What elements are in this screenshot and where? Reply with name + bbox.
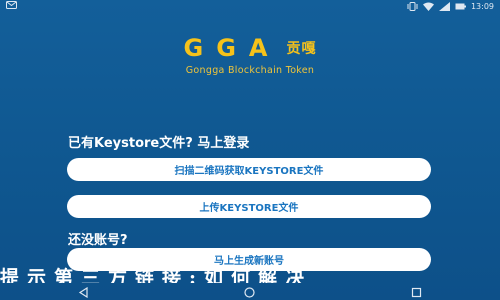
home-icon[interactable] xyxy=(243,286,257,298)
signal-icon xyxy=(438,1,450,11)
logo-subtitle: Gongga Blockchain Token xyxy=(185,65,315,76)
keystore-login-prompt: 已有Keystore文件? 马上登录 xyxy=(68,136,250,151)
status-right: 13:09 xyxy=(407,1,494,11)
notification-icon xyxy=(6,1,17,11)
back-icon[interactable] xyxy=(76,286,90,298)
no-account-prompt: 还没账号? xyxy=(68,233,128,248)
upload-keystore-button[interactable]: 上传KEYSTORE文件 xyxy=(67,195,431,218)
vibrate-icon xyxy=(407,1,418,11)
status-left xyxy=(6,1,17,11)
recent-apps-icon[interactable] xyxy=(410,286,424,298)
battery-icon xyxy=(455,2,466,11)
status-bar: 13:09 xyxy=(0,0,500,12)
system-nav-bar xyxy=(0,284,500,300)
logo-wordmark: GGA 贡嘎 xyxy=(184,34,317,62)
overlay-banner-text: 提示第三方链接:如何解决 xyxy=(0,267,313,283)
status-time: 13:09 xyxy=(470,1,494,11)
scan-qr-button[interactable]: 扫描二维码获取KEYSTORE文件 xyxy=(67,158,431,181)
logo-chinese: 贡嘎 xyxy=(286,41,317,57)
wifi-icon xyxy=(422,2,434,11)
app-logo: GGA 贡嘎 Gongga Blockchain Token xyxy=(0,34,500,76)
logo-text: GGA xyxy=(183,34,281,62)
